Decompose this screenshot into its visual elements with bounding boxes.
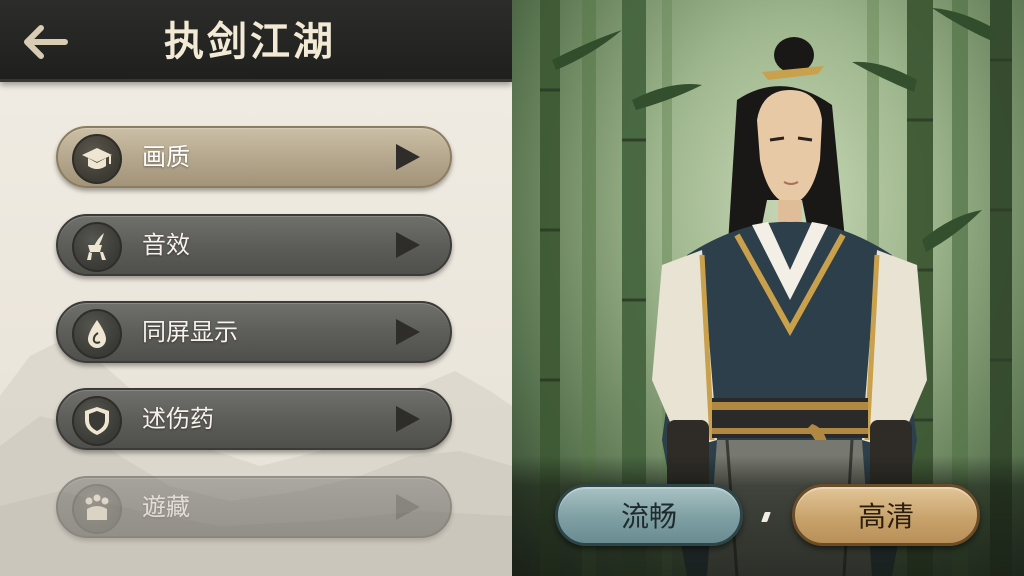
menu-item-graphics[interactable]: 画质 bbox=[56, 126, 452, 188]
play-arrow-icon bbox=[396, 232, 420, 258]
icon-badge bbox=[72, 222, 122, 272]
paw-icon bbox=[85, 494, 109, 520]
play-arrow-icon bbox=[396, 406, 420, 432]
back-arrow-icon bbox=[24, 25, 68, 59]
speaker-quill-icon bbox=[87, 233, 106, 260]
menu-item-hidden[interactable]: 遊藏 bbox=[56, 476, 452, 538]
menu-item-onscreen-display[interactable]: 同屏显示 bbox=[56, 301, 452, 363]
icon-badge bbox=[72, 134, 122, 184]
play-arrow-icon bbox=[396, 144, 420, 170]
play-arrow-icon bbox=[396, 319, 420, 345]
page-title: 执剑江湖 bbox=[164, 18, 336, 65]
droplet-icon bbox=[88, 320, 106, 348]
menu-item-label: 音效 bbox=[142, 231, 190, 259]
menu-item-label: 画质 bbox=[142, 143, 190, 171]
menu-item-shield[interactable]: 述伤药 bbox=[56, 388, 452, 450]
quality-smooth-button[interactable]: 流畅 bbox=[555, 484, 743, 546]
icon-badge bbox=[72, 309, 122, 359]
play-arrow-icon bbox=[396, 494, 420, 520]
settings-panel: 执剑江湖 画质 音效 同屏显示 述伤药 遊藏 bbox=[0, 0, 512, 576]
quality-hd-button[interactable]: 高清 bbox=[792, 484, 980, 546]
header-bar: 执剑江湖 bbox=[0, 0, 512, 82]
menu-item-audio[interactable]: 音效 bbox=[56, 214, 452, 276]
menu-item-label: 述伤药 bbox=[142, 405, 214, 433]
icon-badge bbox=[72, 484, 122, 534]
shield-icon bbox=[85, 407, 109, 435]
icon-badge bbox=[72, 396, 122, 446]
back-button[interactable] bbox=[14, 16, 74, 68]
menu-item-label: 遊藏 bbox=[142, 493, 190, 521]
graduation-cap-icon bbox=[82, 148, 112, 169]
menu-item-label: 同屏显示 bbox=[142, 318, 238, 346]
